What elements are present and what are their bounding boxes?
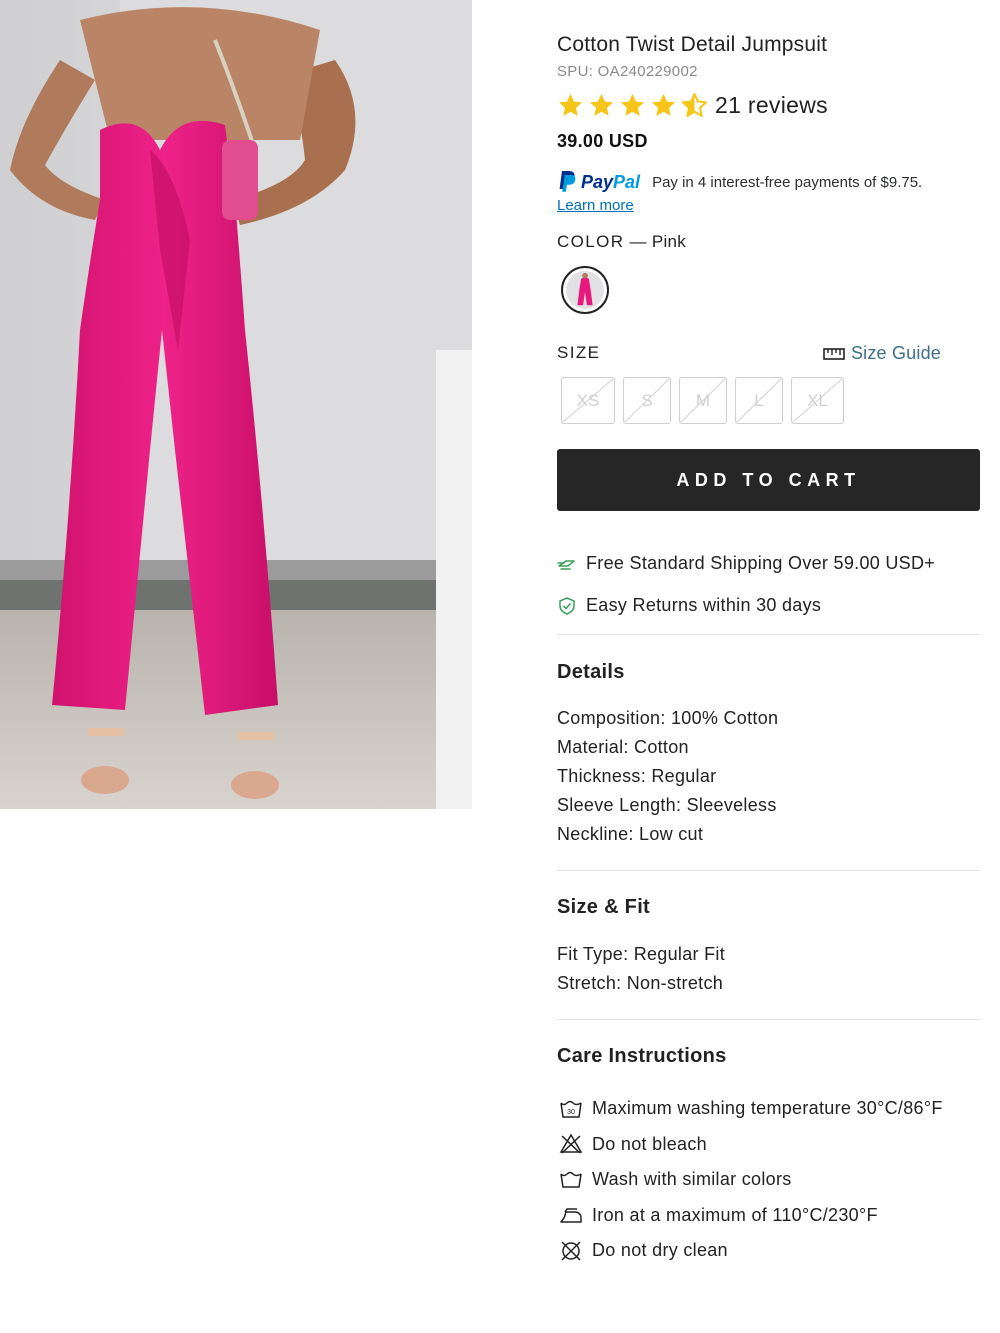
care-text: Wash with similar colors: [592, 1169, 792, 1190]
divider: [557, 870, 980, 871]
wash-tub-icon: [560, 1171, 582, 1188]
care-item: Iron at a maximum of 110°C/230°F: [559, 1198, 943, 1234]
svg-text:30: 30: [567, 1109, 575, 1116]
color-label: COLOR — Pink: [557, 232, 687, 251]
size-option-xl[interactable]: XL: [791, 377, 844, 424]
color-swatch-pink[interactable]: [561, 266, 609, 314]
returns-perk: Easy Returns within 30 days: [557, 595, 821, 616]
no-dry-clean-icon: [561, 1241, 581, 1261]
learn-more-link[interactable]: Learn more: [557, 197, 634, 214]
star-half-icon: [682, 92, 707, 117]
star-full-icon: [621, 93, 644, 116]
shipping-perk-text: Free Standard Shipping Over 59.00 USD+: [586, 553, 936, 573]
details-row: Sleeve Length: Sleeveless: [557, 795, 777, 815]
ruler-icon: [823, 347, 845, 360]
star-rating: [557, 92, 708, 119]
rating-summary[interactable]: 21 reviews: [557, 89, 828, 121]
size-option-l[interactable]: L: [735, 377, 783, 424]
product-price: 39.00 USD: [557, 131, 648, 151]
care-text: Do not dry clean: [592, 1240, 728, 1261]
details-title: Details: [557, 661, 625, 683]
details-row: Thickness: Regular: [557, 766, 717, 786]
care-item: Do not bleach: [559, 1127, 943, 1163]
size-options: XS S M L XL: [561, 377, 844, 424]
care-text: Maximum washing temperature 30°C/86°F: [592, 1098, 943, 1119]
star-full-icon: [652, 93, 675, 116]
size-option-s[interactable]: S: [623, 377, 671, 424]
size-guide-label: Size Guide: [850, 343, 941, 363]
swatch-thumbnail: [566, 271, 604, 309]
care-list: 30 Maximum washing temperature 30°C/86°F…: [559, 1091, 943, 1269]
size-label: SIZE: [557, 343, 601, 362]
selected-color: Pink: [651, 232, 687, 251]
paypal-wordmark: PayPal: [581, 171, 641, 192]
care-text: Iron at a maximum of 110°C/230°F: [592, 1204, 878, 1225]
shipping-perk: Free Standard Shipping Over 59.00 USD+: [557, 553, 935, 574]
size-option-xs[interactable]: XS: [561, 377, 615, 424]
details-list: Composition: 100% Cotton Material: Cotto…: [557, 707, 778, 852]
divider: [557, 634, 980, 635]
reviews-link[interactable]: 21 reviews: [715, 92, 828, 119]
product-title: Cotton Twist Detail Jumpsuit: [557, 33, 828, 56]
add-to-cart-button[interactable]: ADD TO CART: [557, 449, 980, 511]
details-row: Neckline: Low cut: [557, 824, 704, 844]
wash-30-icon: 30: [560, 1100, 582, 1118]
care-item: Wash with similar colors: [559, 1162, 943, 1198]
size-fit-row: Stretch: Non-stretch: [557, 973, 724, 993]
paypal-message: PayPal Pay in 4 interest-free payments o…: [557, 170, 922, 194]
details-row: Material: Cotton: [557, 737, 689, 757]
size-option-m[interactable]: M: [679, 377, 727, 424]
shield-check-icon: [559, 596, 575, 615]
star-full-icon: [590, 93, 613, 116]
care-item: Do not dry clean: [559, 1233, 943, 1269]
product-image[interactable]: [0, 0, 472, 809]
paypal-installment-text: Pay in 4 interest-free payments of $9.75…: [652, 173, 923, 191]
care-item: 30 Maximum washing temperature 30°C/86°F: [559, 1091, 943, 1127]
product-spu: SPU: OA240229002: [557, 63, 698, 80]
shipping-icon: [557, 559, 575, 570]
care-title: Care Instructions: [557, 1045, 727, 1067]
size-guide-link[interactable]: Size Guide: [823, 343, 941, 364]
size-fit-list: Fit Type: Regular Fit Stretch: Non-stret…: [557, 943, 725, 1001]
care-text: Do not bleach: [592, 1133, 707, 1154]
iron-icon: [560, 1208, 582, 1223]
details-row: Composition: 100% Cotton: [557, 708, 779, 728]
size-fit-title: Size & Fit: [557, 896, 651, 918]
no-bleach-icon: [559, 1133, 583, 1154]
divider: [557, 1019, 980, 1020]
product-photo-illustration: [0, 0, 472, 809]
size-fit-row: Fit Type: Regular Fit: [557, 944, 726, 964]
star-full-icon: [559, 93, 582, 116]
returns-perk-text: Easy Returns within 30 days: [586, 595, 822, 615]
paypal-logo-icon: [559, 171, 576, 192]
